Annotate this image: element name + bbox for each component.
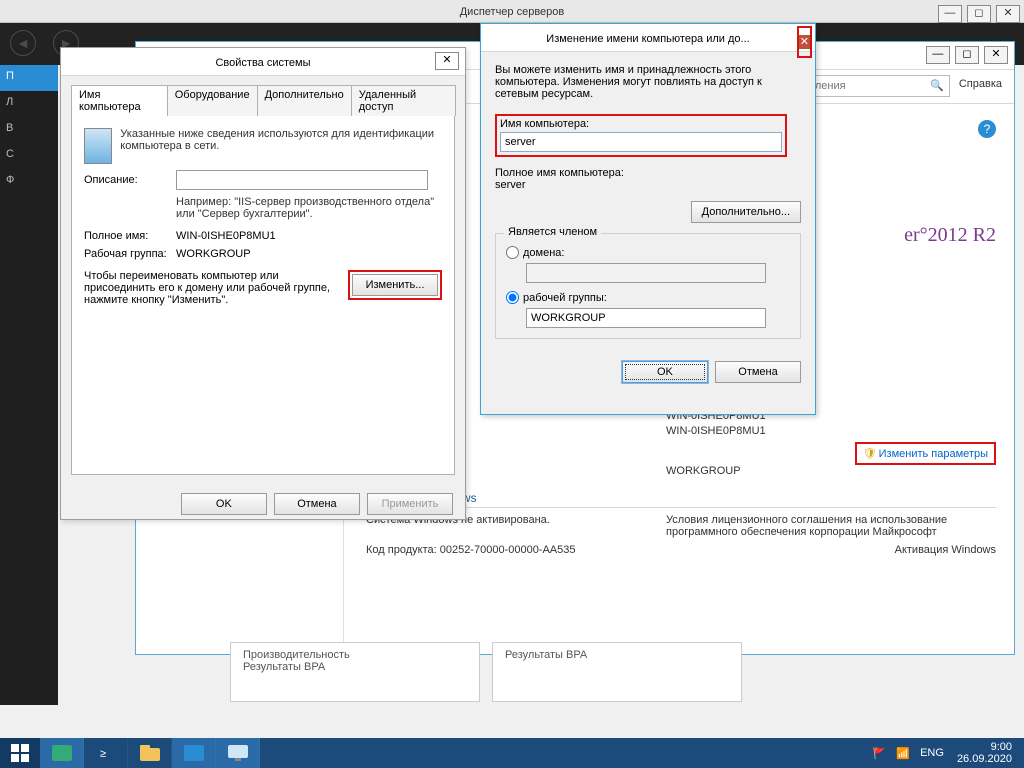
sidebar-item-dashboard[interactable]: П	[0, 65, 58, 91]
workgroup-input[interactable]	[526, 308, 766, 328]
start-button[interactable]	[0, 738, 40, 768]
tray-flag-icon[interactable]: 🚩	[873, 747, 887, 760]
workgroup-label: Рабочая группа:	[84, 248, 176, 260]
domain-radio-label: домена:	[523, 247, 564, 259]
close-button[interactable]: ✕	[996, 5, 1020, 23]
advanced-button[interactable]: Дополнительно...	[691, 201, 801, 223]
search-icon: 🔍	[930, 79, 944, 92]
cname-actions: OK Отмена	[481, 351, 815, 395]
system-properties-titlebar: Свойства системы ✕	[61, 48, 465, 76]
member-of-legend: Является членом	[504, 226, 601, 238]
server-manager-title: Диспетчер серверов	[460, 6, 565, 18]
cname-ok[interactable]: OK	[622, 361, 708, 383]
help-menu[interactable]: Справка	[959, 78, 1002, 90]
description-label: Описание:	[84, 174, 176, 186]
sidebar-item-services[interactable]: С	[0, 143, 58, 169]
activate-windows-link[interactable]: Активация Windows	[666, 544, 996, 556]
change-settings-link[interactable]: 🛡Изменить параметры	[855, 442, 996, 465]
workgroup-value: WORKGROUP	[666, 465, 741, 477]
domain-radio[interactable]	[506, 246, 519, 259]
taskbar-powershell[interactable]: ≥	[84, 738, 128, 768]
sidebar-item-local[interactable]: Л	[0, 91, 58, 117]
sidebar-item-all[interactable]: В	[0, 117, 58, 143]
change-button[interactable]: Изменить...	[352, 274, 438, 296]
sysprops-cancel[interactable]: Отмена	[274, 493, 360, 515]
control-panel-icon	[184, 745, 204, 761]
nav-back-icon[interactable]: ◄	[10, 30, 36, 56]
product-key: 00252-70000-00000-AA535	[440, 544, 576, 556]
taskbar-server-manager[interactable]	[40, 738, 84, 768]
sysprops-close[interactable]: ✕	[435, 52, 459, 70]
system-properties-dialog: Свойства системы ✕ Имя компьютера Оборуд…	[60, 47, 466, 520]
server-manager-sidebar: П Л В С Ф	[0, 65, 58, 705]
shield-icon: 🛡	[863, 448, 877, 460]
taskbar-explorer[interactable]	[128, 738, 172, 768]
tray-language[interactable]: ENG	[920, 747, 944, 759]
tray-clock[interactable]: 9:00 26.09.2020	[957, 741, 1012, 765]
server-manager-icon	[52, 745, 72, 761]
computer-name-change-dialog: Изменение имени компьютера или до... ✕ В…	[480, 23, 816, 415]
card-performance[interactable]: Производительность Результаты BPA	[230, 642, 480, 702]
sysprops-actions: OK Отмена Применить	[61, 485, 465, 525]
folder-icon	[140, 745, 160, 761]
sysprops-ok[interactable]: OK	[181, 493, 267, 515]
powershell-icon: ≥	[96, 745, 116, 761]
svg-text:≥: ≥	[100, 748, 106, 760]
eula-link[interactable]: Условия лицензионного соглашения на испо…	[666, 514, 996, 538]
monitor-icon	[228, 745, 248, 761]
minimize-button[interactable]: —	[938, 5, 962, 23]
workgroup-radio[interactable]	[506, 291, 519, 304]
description-input[interactable]	[176, 170, 428, 190]
tab-advanced[interactable]: Дополнительно	[257, 85, 352, 116]
fullname-value: WIN-0ISHE0P8MU1	[176, 230, 276, 242]
fullname-label: Полное имя:	[84, 230, 176, 242]
full-computer-name-label: Полное имя компьютера:	[495, 167, 801, 179]
syswin-maximize[interactable]: ◻	[955, 46, 979, 64]
computer-icon	[84, 128, 112, 164]
workgroup-radio-label: рабочей группы:	[523, 292, 607, 304]
maximize-button[interactable]: ◻	[967, 5, 991, 23]
computer-name-label: Имя компьютера:	[500, 118, 782, 130]
syswin-close[interactable]: ✕	[984, 46, 1008, 64]
tab-remote[interactable]: Удаленный доступ	[351, 85, 456, 116]
tab-hardware[interactable]: Оборудование	[167, 85, 258, 116]
member-of-group: Является членом домена: рабочей группы:	[495, 233, 801, 339]
full-computer-name-value: server	[495, 179, 801, 191]
taskbar-control-panel[interactable]	[172, 738, 216, 768]
tab-computer-name[interactable]: Имя компьютера	[71, 85, 168, 116]
system-tray: 🚩 📶 ENG 9:00 26.09.2020	[868, 741, 1024, 765]
computer-name-input[interactable]	[500, 132, 782, 152]
taskbar: ≥ 🚩 📶 ENG 9:00 26.09.2020	[0, 738, 1024, 768]
card-bpa[interactable]: Результаты BPA	[492, 642, 742, 702]
cname-cancel[interactable]: Отмена	[715, 361, 801, 383]
cname-close[interactable]: ✕	[799, 35, 810, 49]
dashboard-cards: Производительность Результаты BPA Резуль…	[230, 642, 1000, 702]
windows-logo-icon	[11, 744, 29, 762]
sidebar-item-files[interactable]: Ф	[0, 169, 58, 195]
server-manager-titlebar: Диспетчер серверов — ◻ ✕	[0, 0, 1024, 23]
computer-name-field-frame: Имя компьютера:	[495, 114, 787, 157]
syswin-minimize[interactable]: —	[926, 46, 950, 64]
sysprops-tabs: Имя компьютера Оборудование Дополнительн…	[71, 84, 455, 115]
taskbar-system-properties[interactable]	[216, 738, 260, 768]
help-icon[interactable]: ?	[978, 120, 996, 138]
description-hint: Например: "IIS-сервер производственного …	[176, 196, 442, 220]
rename-instructions: Чтобы переименовать компьютер или присое…	[84, 270, 334, 306]
cname-intro: Вы можете изменить имя и принадлежность …	[495, 64, 801, 100]
windows-brand: er°2012 R2	[904, 224, 996, 247]
tab-panel-computer-name: Указанные ниже сведения используются для…	[71, 115, 455, 475]
tray-network-icon[interactable]: 📶	[896, 747, 910, 760]
identification-text: Указанные ниже сведения используются для…	[120, 128, 442, 154]
workgroup-value-2: WORKGROUP	[176, 248, 251, 260]
cname-titlebar: Изменение имени компьютера или до... ✕	[481, 24, 815, 52]
domain-input	[526, 263, 766, 283]
sysprops-apply: Применить	[367, 493, 453, 515]
computer-name-2: WIN-0ISHE0P8MU1	[666, 425, 766, 437]
